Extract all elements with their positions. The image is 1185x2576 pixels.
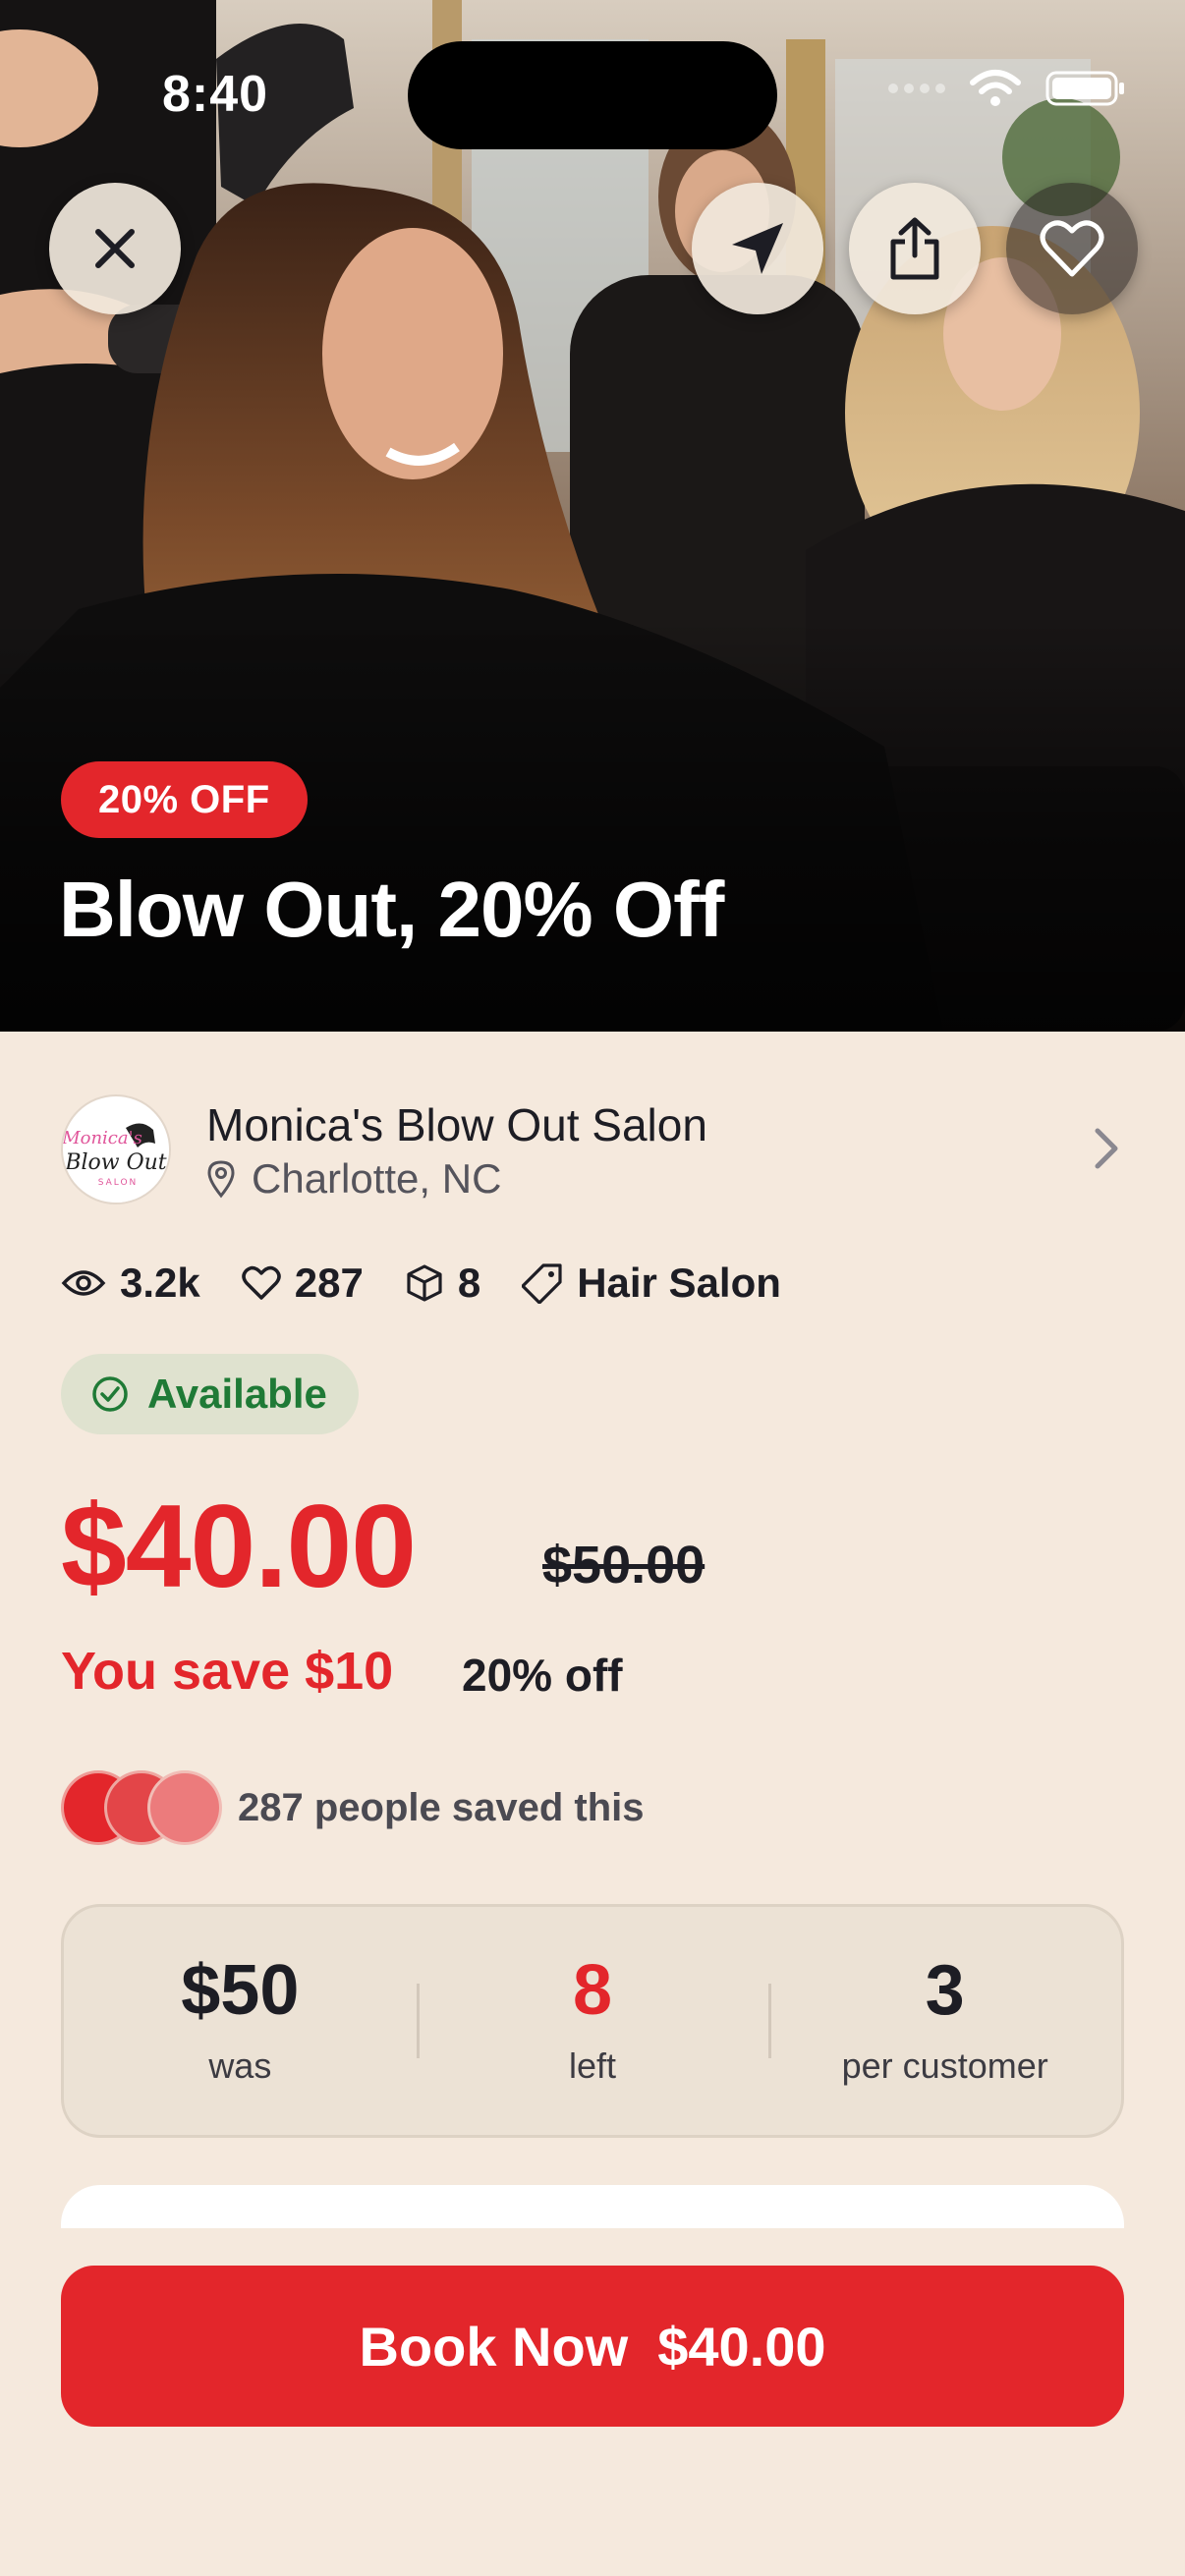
eye-icon: [61, 1270, 106, 1296]
per-customer-label: per customer: [841, 2045, 1048, 2086]
left-count-value: 8: [572, 1951, 613, 2030]
deal-title: Blow Out, 20% Off: [59, 866, 724, 953]
stock-stat: 8: [405, 1260, 480, 1307]
tag-icon: [522, 1263, 562, 1304]
was-price-label: was: [208, 2045, 272, 2086]
avatar: [147, 1770, 222, 1845]
cellular-signal-icon: [888, 84, 945, 93]
views-stat: 3.2k: [61, 1260, 200, 1307]
deal-stats: 3.2k 287 8 Hair Salon: [61, 1260, 781, 1307]
share-button[interactable]: [849, 183, 981, 314]
check-circle-icon: [92, 1376, 128, 1412]
saved-count-text: 287 people saved this: [238, 1785, 645, 1829]
saver-avatars: [61, 1770, 222, 1845]
svg-text:SALON: SALON: [98, 1178, 139, 1188]
dynamic-island: [408, 41, 777, 149]
share-icon: [890, 217, 939, 280]
status-time: 8:40: [162, 66, 269, 123]
hero-image: 8:40 20% OFF Blow Out, 20% Off: [0, 0, 1185, 1032]
was-price-col: $50 was: [64, 1907, 417, 2135]
left-count-label: left: [568, 2045, 617, 2086]
vendor-row[interactable]: Monica's Blow Out SALON Monica's Blow Ou…: [61, 1094, 1124, 1204]
close-icon: [95, 229, 135, 268]
likes-stat: 287: [242, 1260, 364, 1307]
book-now-label: Book Now: [359, 2315, 629, 2378]
category-stat: Hair Salon: [522, 1260, 781, 1307]
availability-text: Available: [147, 1371, 327, 1417]
chevron-right-icon: [1095, 1128, 1118, 1169]
heart-icon: [1040, 220, 1104, 277]
favorite-button[interactable]: [1006, 183, 1138, 314]
social-proof: 287 people saved this: [61, 1770, 645, 1845]
map-pin-icon: [207, 1160, 235, 1199]
was-price-value: $50: [181, 1951, 300, 2030]
per-customer-value: 3: [925, 1951, 965, 2030]
per-customer-col: 3 per customer: [768, 1907, 1121, 2135]
navigation-arrow-icon: [732, 223, 783, 274]
savings-amount: You save $10: [61, 1642, 394, 1701]
battery-icon: [1045, 71, 1124, 106]
views-count: 3.2k: [120, 1260, 200, 1306]
heart-outline-icon: [242, 1265, 281, 1300]
book-now-price: $40.00: [657, 2315, 826, 2378]
deal-info-card: $50 was 8 left 3 per customer: [61, 1904, 1124, 2138]
original-price: $50.00: [542, 1536, 705, 1595]
category-label: Hair Salon: [577, 1260, 781, 1306]
vendor-location: Charlotte, NC: [206, 1155, 501, 1203]
current-price: $40.00: [61, 1481, 417, 1612]
salon-logo-image: Monica's Blow Out SALON: [63, 1100, 169, 1203]
vendor-logo: Monica's Blow Out SALON: [61, 1094, 171, 1204]
left-count-col: 8 left: [416, 1907, 769, 2135]
likes-count: 287: [294, 1260, 364, 1306]
book-now-button[interactable]: Book Now $40.00: [61, 2266, 1124, 2427]
percent-off: 20% off: [462, 1650, 623, 1701]
svg-text:Monica's: Monica's: [63, 1128, 142, 1148]
availability-badge: Available: [61, 1354, 359, 1434]
status-indicators: [888, 69, 1126, 108]
stock-count: 8: [457, 1260, 481, 1306]
directions-button[interactable]: [692, 183, 823, 314]
wifi-icon: [970, 70, 1021, 106]
svg-text:Blow Out: Blow Out: [64, 1150, 166, 1175]
close-button[interactable]: [49, 183, 181, 314]
vendor-location-text: Charlotte, NC: [252, 1155, 502, 1202]
box-icon: [407, 1264, 442, 1302]
vendor-name: Monica's Blow Out Salon: [206, 1099, 707, 1150]
discount-badge: 20% OFF: [61, 761, 308, 838]
